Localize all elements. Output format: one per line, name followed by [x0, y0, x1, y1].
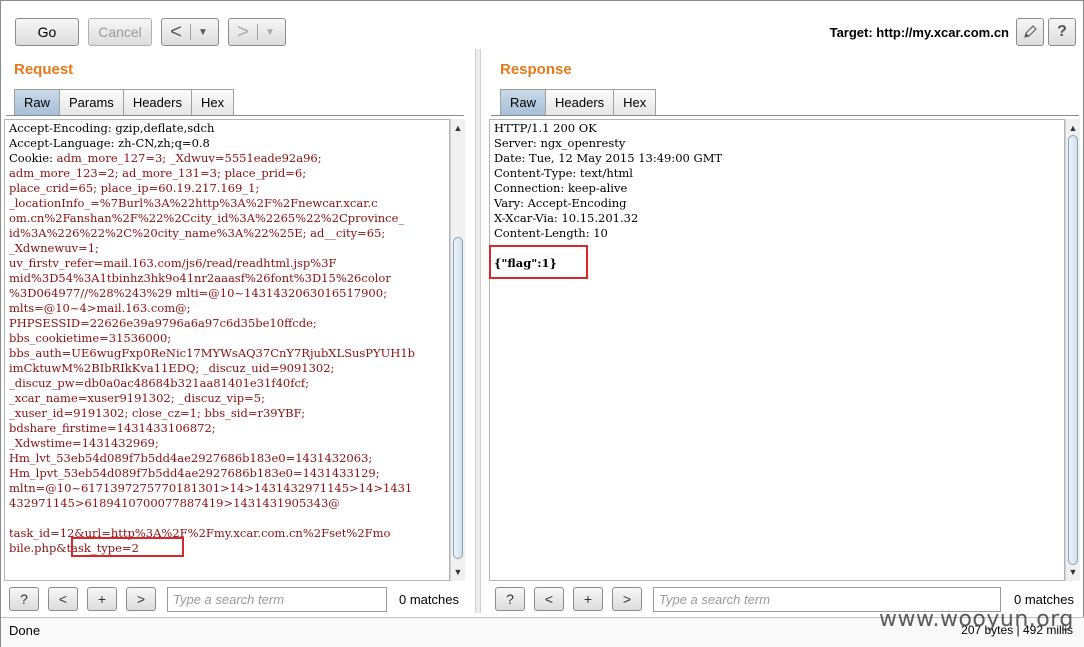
back-dropdown-icon[interactable]: ▼ — [191, 27, 215, 38]
request-tab-headers[interactable]: Headers — [122, 89, 192, 115]
watermark: www.wooyun.org — [879, 607, 1074, 632]
request-line: om.cn%2Fanshan%2F%22%2Ccity_id%3A%2265%2… — [9, 211, 405, 225]
request-line: _Xdwnewuv=1; — [9, 241, 99, 255]
response-line: Connection: keep-alive — [494, 181, 628, 195]
app-window: Go Cancel < ▼ > ▼ Target: http://my.xcar… — [0, 0, 1084, 647]
request-line: adm_more_123=2; ad_more_131=3; place_pri… — [9, 166, 307, 180]
request-line: mltn=@10~6171397275770181301>14>14314329… — [9, 481, 413, 495]
request-line: Accept-Encoding: gzip,deflate,sdch — [9, 121, 215, 135]
go-button[interactable]: Go — [15, 18, 79, 46]
response-line: Date: Tue, 12 May 2015 13:49:00 GMT — [494, 151, 723, 165]
response-scroll-thumb[interactable] — [1068, 135, 1078, 565]
response-line: Content-Length: 10 — [494, 226, 608, 240]
request-line: id%3A%226%22%2C%20city_name%3A%22%25E; a… — [9, 226, 386, 240]
request-line: bbs_auth=UE6wugFxp0ReNic17MYWsAQ37CnY7Rj… — [9, 346, 416, 360]
response-text: HTTP/1.1 200 OK Server: ngx_openresty Date… — [494, 121, 722, 241]
request-highlight-box — [71, 537, 184, 557]
scroll-up-icon[interactable]: ▲ — [1066, 121, 1080, 135]
request-text: Accept-Encoding: gzip,deflate,sdch Accept… — [9, 121, 415, 556]
request-scrollbar[interactable]: ▲ ▼ — [450, 119, 465, 581]
scroll-down-icon[interactable]: ▼ — [451, 565, 465, 579]
target-label: Target: http://my.xcar.com.cn — [829, 25, 1009, 40]
response-title: Response — [500, 61, 572, 78]
request-line: Cookie: adm_more_127=3; _Xdwuv=5551eade9… — [9, 151, 322, 165]
response-tab-underline — [491, 115, 1079, 116]
request-tabs: Raw Params Headers Hex — [14, 89, 235, 115]
request-line: Hm_lpvt_53eb54d089f7b5dd4ae2927686b183e0… — [9, 466, 380, 480]
response-search-prev-button[interactable]: < — [534, 587, 564, 611]
response-line: X-Xcar-Via: 10.15.201.32 — [494, 211, 639, 225]
request-line: mid%3D54%3A1tbinhz3hk9o41nr2aaasf%26font… — [9, 271, 391, 285]
request-search-input[interactable] — [167, 587, 387, 612]
request-line: task_id=12&url=http%3A%2F%2Fmy.xcar.com.… — [9, 526, 391, 540]
response-tabs: Raw Headers Hex — [500, 89, 657, 115]
response-tab-headers[interactable]: Headers — [545, 89, 615, 115]
request-line: imCktuwM%2BIbRIkKva11EDQ; _discuz_uid=90… — [9, 361, 335, 375]
request-search-prev-button[interactable]: < — [48, 587, 78, 611]
back-arrow-icon: < — [170, 21, 182, 43]
edit-target-button[interactable] — [1016, 18, 1044, 46]
request-title: Request — [14, 61, 74, 78]
request-tab-params[interactable]: Params — [59, 89, 124, 115]
request-tab-raw[interactable]: Raw — [14, 89, 61, 115]
help-button[interactable]: ? — [1048, 18, 1076, 46]
cancel-button[interactable]: Cancel — [88, 18, 152, 46]
response-line: Content-Type: text/html — [494, 166, 633, 180]
request-tab-hex[interactable]: Hex — [190, 89, 235, 115]
request-scroll-thumb[interactable] — [453, 237, 463, 559]
response-editor[interactable]: HTTP/1.1 200 OK Server: ngx_openresty Date… — [489, 119, 1065, 581]
pencil-icon — [1024, 25, 1037, 38]
request-line: bile.php&task_type=2 — [9, 541, 139, 555]
response-tab-hex[interactable]: Hex — [613, 89, 657, 115]
request-line: mlts=@10~4>mail.163.com@; — [9, 301, 191, 315]
response-tab-raw[interactable]: Raw — [500, 89, 547, 115]
forward-arrow-icon: > — [237, 21, 249, 43]
request-line: _xuser_id=9191302; close_cz=1; bbs_sid=r… — [9, 406, 306, 420]
response-line: Server: ngx_openresty — [494, 136, 626, 150]
request-editor[interactable]: Accept-Encoding: gzip,deflate,sdch Accept… — [4, 119, 450, 581]
request-line: 432971145>6189410700077887419>1431431905… — [9, 496, 340, 510]
request-matches-count: 0 matches — [399, 592, 459, 607]
request-line: bdshare_firstime=1431433106872; — [9, 421, 216, 435]
pane-splitter[interactable] — [475, 49, 481, 613]
response-line: HTTP/1.1 200 OK — [494, 121, 597, 135]
response-highlight-box — [489, 245, 588, 279]
forward-dropdown-icon[interactable]: ▼ — [258, 27, 282, 38]
response-search-help-button[interactable]: ? — [495, 587, 525, 611]
request-line: PHPSESSID=22626e39a9796a6a97c6d35be10ffc… — [9, 316, 317, 330]
scroll-down-icon[interactable]: ▼ — [1066, 565, 1080, 579]
status-text: Done — [9, 623, 41, 638]
back-button[interactable]: < ▼ — [161, 18, 219, 46]
response-search-next-button[interactable]: > — [612, 587, 642, 611]
request-line: Accept-Language: zh-CN,zh;q=0.8 — [9, 136, 210, 150]
forward-button[interactable]: > ▼ — [228, 18, 286, 46]
request-line: _Xdwstime=1431432969; — [9, 436, 159, 450]
request-line: %3D064977//%28%243%29 mlti=@10~143143206… — [9, 286, 387, 300]
request-tab-underline — [6, 115, 464, 116]
response-matches-count: 0 matches — [1014, 592, 1074, 607]
request-search-add-button[interactable]: + — [87, 587, 117, 611]
request-line: uv_firstv_refer=mail.163.com/js6/read/re… — [9, 256, 337, 270]
request-line: _xcar_name=xuser9191302; _discuz_vip=5; — [9, 391, 265, 405]
response-line: Vary: Accept-Encoding — [494, 196, 627, 210]
request-line: Hm_lvt_53eb54d089f7b5dd4ae2927686b183e0=… — [9, 451, 373, 465]
request-line: place_crid=65; place_ip=60.19.217.169_1; — [9, 181, 260, 195]
request-line: bbs_cookietime=31536000; — [9, 331, 172, 345]
request-search-next-button[interactable]: > — [126, 587, 156, 611]
response-scrollbar[interactable]: ▲ ▼ — [1065, 119, 1080, 581]
scroll-up-icon[interactable]: ▲ — [451, 121, 465, 135]
request-line: _discuz_pw=db0a0ac48684b321aa81401e31f40… — [9, 376, 310, 390]
response-search-add-button[interactable]: + — [573, 587, 603, 611]
request-line — [9, 511, 415, 526]
request-line: _locationInfo_=%7Burl%3A%22http%3A%2F%2F… — [9, 196, 378, 210]
request-search-help-button[interactable]: ? — [9, 587, 39, 611]
